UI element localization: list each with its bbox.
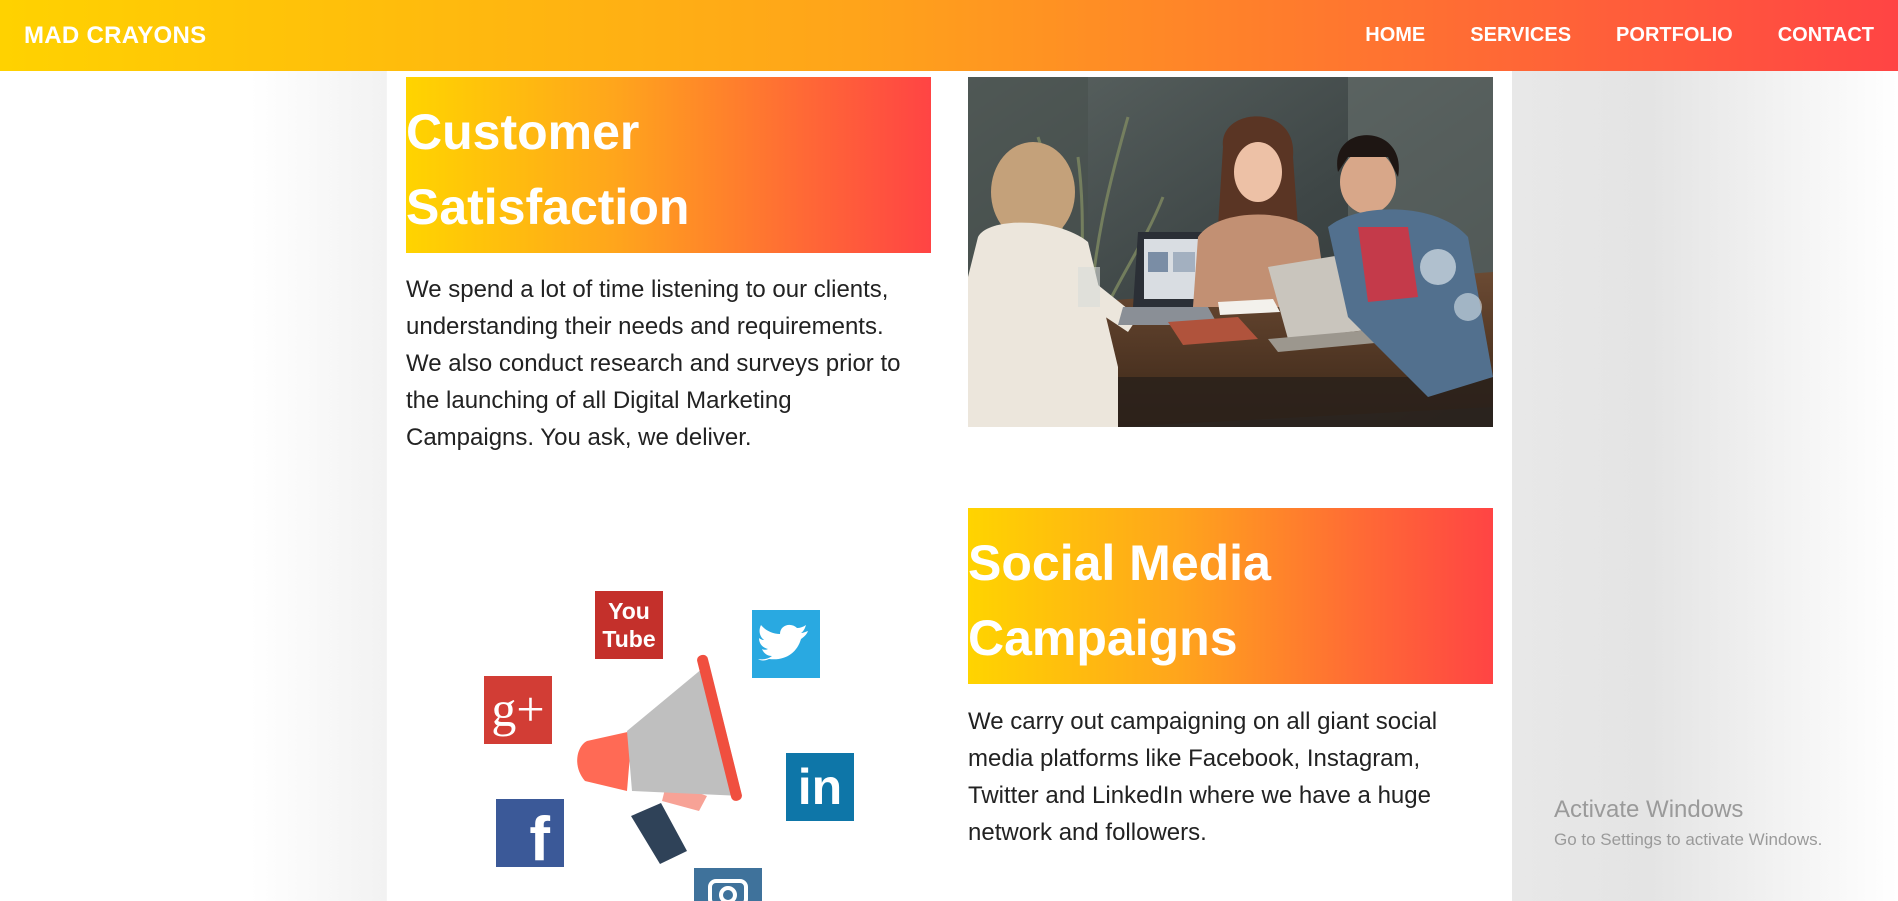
team-meeting-image	[968, 77, 1493, 427]
text-line: the launching of all Digital Marketing	[406, 387, 792, 414]
google-plus-label: g+	[491, 681, 545, 737]
facebook-label: f	[529, 805, 550, 867]
main-content: Customer Satisfaction We spend a lot of …	[387, 71, 1512, 901]
instagram-icon	[694, 868, 762, 901]
activate-windows-subtitle: Go to Settings to activate Windows.	[1554, 830, 1823, 849]
text-line: media platforms like Facebook, Instagram…	[968, 745, 1421, 772]
text-line: Twitter and LinkedIn where we have a hug…	[968, 782, 1431, 809]
heading-line: Campaigns	[968, 610, 1238, 666]
nav-home[interactable]: HOME	[1365, 24, 1425, 47]
heading-line: Social Media	[968, 535, 1271, 591]
customer-satisfaction-text: We spend a lot of time listening to our …	[406, 271, 946, 456]
activate-windows-watermark: Activate Windows Go to Settings to activ…	[1554, 796, 1822, 850]
text-line: We spend a lot of time listening to our …	[406, 276, 889, 303]
text-line: We carry out campaigning on all giant so…	[968, 708, 1438, 735]
linkedin-label: in	[797, 759, 843, 815]
text-line: Campaigns. You ask, we deliver.	[406, 424, 752, 451]
customer-satisfaction-heading: Customer Satisfaction	[406, 77, 931, 253]
nav-portfolio[interactable]: PORTFOLIO	[1616, 24, 1733, 47]
navbar: MAD CRAYONS HOME SERVICES PORTFOLIO CONT…	[0, 0, 1898, 71]
nav-links: HOME SERVICES PORTFOLIO CONTACT	[1320, 24, 1874, 47]
social-media-illustration: You Tube g+ in f	[477, 591, 857, 901]
heading-line: Customer	[406, 104, 640, 160]
team-meeting-photo	[968, 77, 1493, 427]
social-media-campaigns-heading: Social Media Campaigns	[968, 508, 1493, 684]
youtube-label: You Tube	[602, 598, 656, 652]
text-line: understanding their needs and requiremen…	[406, 313, 884, 340]
nav-services[interactable]: SERVICES	[1470, 24, 1571, 47]
text-line: network and followers.	[968, 819, 1207, 846]
social-media-campaigns-text: We carry out campaigning on all giant so…	[968, 703, 1508, 851]
heading-line: Satisfaction	[406, 179, 690, 235]
nav-contact[interactable]: CONTACT	[1778, 24, 1874, 47]
brand-logo[interactable]: MAD CRAYONS	[24, 22, 206, 50]
text-line: We also conduct research and surveys pri…	[406, 350, 901, 377]
activate-windows-title: Activate Windows	[1554, 796, 1744, 823]
